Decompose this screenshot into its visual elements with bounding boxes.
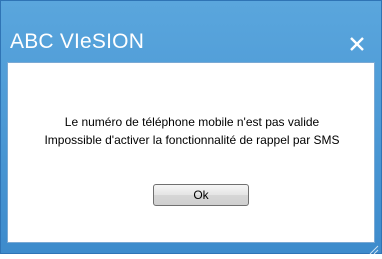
close-icon <box>350 37 364 51</box>
dialog-title: ABC VIeSION <box>10 30 145 53</box>
resize-grip-icon[interactable] <box>367 241 379 255</box>
dialog-content: Le numéro de téléphone mobile n'est pas … <box>7 62 375 243</box>
error-message-line-1: Le numéro de téléphone mobile n'est pas … <box>64 115 320 129</box>
message-dialog: ABC VIeSION Le numéro de téléphone mobil… <box>0 0 382 255</box>
ok-button[interactable]: Ok <box>153 184 249 206</box>
close-button[interactable] <box>339 27 375 61</box>
dialog-titlebar[interactable]: ABC VIeSION <box>1 1 381 61</box>
error-message-line-2: Impossible d'activer la fonctionnalité d… <box>44 133 340 147</box>
